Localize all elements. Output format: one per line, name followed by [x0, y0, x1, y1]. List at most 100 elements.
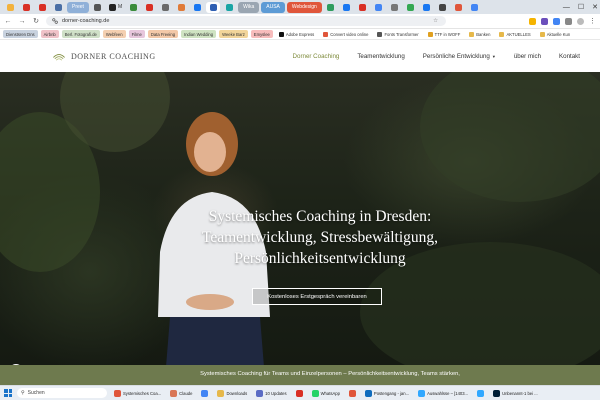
site-info-icon[interactable]: [52, 18, 58, 24]
browser-tab[interactable]: Preet: [67, 1, 89, 13]
taskbar-app-icon: [348, 389, 356, 397]
browser-tab[interactable]: [35, 2, 49, 13]
browser-tab[interactable]: [206, 1, 221, 13]
profile-avatar[interactable]: [577, 17, 584, 25]
taskbar-app[interactable]: Downloads: [215, 388, 249, 399]
bookmark-favicon-icon: [323, 31, 329, 37]
bookmark-favicon-icon: [377, 31, 383, 37]
browser-tab-label: Preet: [72, 4, 84, 10]
browser-tab[interactable]: [190, 2, 204, 13]
bookmark-item[interactable]: Webfeen: [102, 30, 126, 38]
taskbar-app[interactable]: [475, 388, 486, 399]
browser-tab[interactable]: [91, 2, 105, 13]
tagline-text: Systemisches Coaching für Teams und Einz…: [200, 371, 460, 377]
url-text: dorner-coaching.de: [62, 18, 110, 24]
bookmark-star-icon[interactable]: ☆: [433, 18, 438, 24]
bookmark-favicon-icon: [427, 31, 433, 37]
taskbar-app-label: 10 Updates: [265, 390, 287, 396]
taskbar-app[interactable]: 10 Updates: [254, 388, 288, 399]
taskbar-app[interactable]: Auswahlsse – [1403...: [416, 388, 470, 399]
nav-item[interactable]: über mich: [514, 53, 541, 60]
browser-tab[interactable]: [3, 2, 17, 13]
browser-tab[interactable]: [420, 2, 434, 13]
taskbar-app-icon: [201, 389, 209, 397]
browser-tab[interactable]: Wika: [238, 1, 260, 13]
bookmark-item[interactable]: Weeke Barz: [219, 30, 248, 38]
taskbar-app[interactable]: Postengang - jan...: [363, 388, 411, 399]
taskbar-app-icon: [170, 389, 178, 397]
menu-kebab-icon[interactable]: ⋮: [589, 17, 596, 25]
taskbar-app[interactable]: WhatsApp: [310, 388, 342, 399]
browser-tab[interactable]: [174, 2, 188, 13]
browser-tab[interactable]: [356, 2, 370, 13]
browser-tab[interactable]: [468, 2, 482, 13]
tab-favicon-icon: [391, 3, 399, 11]
taskbar-app[interactable]: Unbenannt-1 bei ...: [491, 388, 540, 399]
browser-tab[interactable]: [452, 2, 466, 13]
maximize-button[interactable]: ☐: [578, 3, 584, 11]
windows-start-icon[interactable]: [4, 389, 12, 397]
bookmark-item[interactable]: Indian Wedding: [181, 30, 217, 38]
reload-icon[interactable]: ↻: [32, 17, 40, 25]
taskbar-app[interactable]: Claude: [168, 388, 194, 399]
taskbar-app[interactable]: [199, 388, 210, 399]
close-button[interactable]: ✕: [592, 3, 598, 11]
nav-item[interactable]: Persönliche Entwicklung ▼: [423, 53, 496, 60]
bookmark-item[interactable]: Airbnb: [40, 30, 59, 38]
nav-item[interactable]: Dorner Coaching: [293, 53, 340, 60]
bookmark-item[interactable]: Filme: [128, 30, 145, 38]
browser-tab[interactable]: [388, 2, 402, 13]
bookmark-item[interactable]: Adobe Express: [276, 30, 317, 38]
bookmark-item[interactable]: Banken: [466, 30, 493, 38]
browser-tab[interactable]: [340, 2, 354, 13]
cta-button[interactable]: Kostenloses Erstgespräch vereinbaren: [252, 288, 382, 305]
browser-tab[interactable]: [19, 2, 33, 13]
browser-tab[interactable]: [142, 2, 156, 13]
bookmark-item[interactable]: AKTUELLES: [496, 30, 533, 38]
hero-title-line: Systemisches Coaching in Dresden:: [208, 208, 432, 225]
bookmark-item[interactable]: Dienstsren Dns: [3, 30, 38, 38]
browser-tab[interactable]: [158, 2, 172, 13]
extension-icon[interactable]: [541, 17, 548, 25]
browser-tab[interactable]: Webdesign: [286, 1, 322, 13]
back-arrow-icon[interactable]: ←: [4, 17, 12, 25]
minimize-button[interactable]: —: [563, 4, 570, 11]
hero-title-line: Persönlichkeitsentwicklung: [234, 250, 406, 267]
bookmark-item[interactable]: Berl. Fotografi.de: [61, 30, 100, 38]
nav-item-label: Persönliche Entwicklung: [422, 52, 490, 60]
taskbar-app[interactable]: [347, 388, 358, 399]
bookmark-item[interactable]: TTF in WOFF: [425, 30, 464, 38]
taskbar-search[interactable]: ⚲ Suchen: [17, 388, 107, 398]
url-field[interactable]: dorner-coaching.de ☆: [46, 16, 446, 26]
browser-tab[interactable]: [404, 2, 418, 13]
site-logo[interactable]: DORNER COACHING: [52, 50, 156, 62]
nav-item-label: über mich: [513, 52, 542, 60]
bookmark-item[interactable]: Data Freeing: [147, 30, 179, 38]
browser-tab[interactable]: AUSA: [261, 1, 285, 13]
browser-tab[interactable]: [222, 2, 236, 13]
nav-item[interactable]: Kontakt: [559, 53, 580, 60]
bookmark-item[interactable]: Convert video online: [320, 30, 371, 38]
tab-favicon-icon: [54, 3, 62, 11]
browser-tab-strip: Preet M Wika AUSA Webdesign: [0, 0, 600, 14]
browser-tab[interactable]: [126, 2, 140, 13]
browser-tab[interactable]: [324, 2, 338, 13]
forward-arrow-icon[interactable]: →: [18, 17, 26, 25]
bookmark-item[interactable]: Fonts Transformer: [374, 30, 421, 38]
extension-icon[interactable]: [553, 17, 560, 25]
taskbar-app-label: Unbenannt-1 bei ...: [502, 390, 538, 396]
bookmark-label: Data Freeing: [150, 31, 176, 37]
taskbar-app[interactable]: Systemisches Coa...: [112, 388, 163, 399]
browser-tab[interactable]: [51, 2, 65, 13]
browser-tab[interactable]: [372, 2, 386, 13]
puzzle-icon[interactable]: [565, 17, 572, 25]
browser-tab[interactable]: M: [107, 2, 124, 13]
nav-item[interactable]: Teamentwicklung: [357, 53, 404, 60]
bookmark-item[interactable]: Emyslee: [250, 30, 273, 38]
tab-favicon-icon: [94, 3, 102, 11]
bookmark-label: Berl. Fotografi.de: [64, 31, 97, 37]
bookmark-item[interactable]: Aktuelle Kun: [537, 30, 574, 38]
extension-icon[interactable]: [529, 17, 536, 25]
browser-tab[interactable]: [436, 2, 450, 13]
taskbar-app[interactable]: [294, 388, 305, 399]
